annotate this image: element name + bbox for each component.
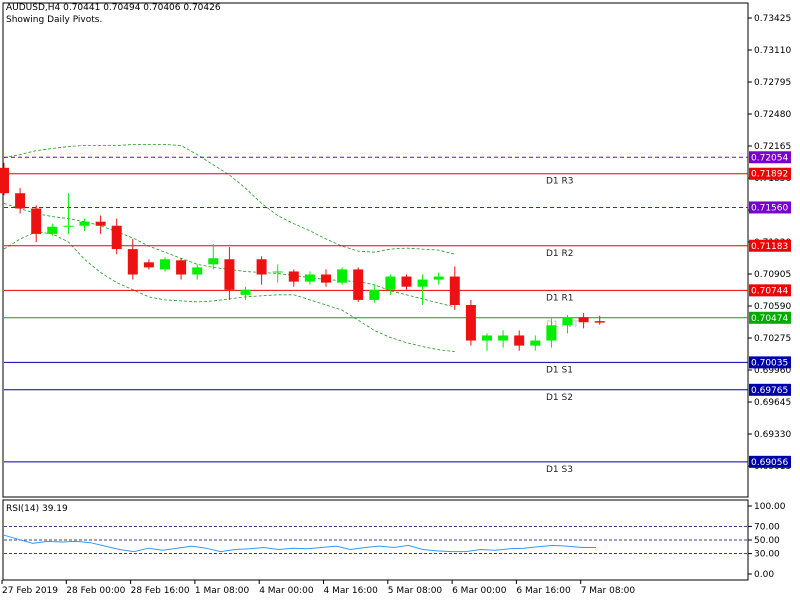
candle-bear — [256, 259, 267, 275]
price-tick-label: 0.70275 — [754, 334, 791, 344]
candle-bear — [176, 260, 187, 275]
rsi-tick-label: 100.00 — [754, 502, 786, 512]
pivot-level-value: 0.70744 — [751, 286, 788, 296]
weekly-level-value: 0.72054 — [751, 153, 788, 163]
pivot-subtitle: Showing Daily Pivots. — [6, 15, 103, 25]
candle-bull — [385, 276, 396, 290]
price-tick-label: 0.70905 — [754, 270, 791, 280]
price-panel-frame — [2, 2, 749, 498]
time-tick-label: 27 Feb 2019 — [2, 586, 58, 596]
price-tick-label: 0.69330 — [754, 430, 791, 440]
rsi-value: 39.19 — [41, 504, 68, 514]
pivot-level-value: 0.69765 — [751, 386, 788, 396]
candle-bull — [546, 325, 557, 341]
candle-bear — [111, 225, 122, 250]
pivot-level-label: D1 S2 — [546, 393, 573, 403]
rsi-header: RSI(14) 39.19 — [6, 504, 68, 514]
rsi-tick-label: 70.00 — [754, 522, 780, 532]
candle-bull — [498, 335, 509, 341]
candle-bull — [304, 274, 315, 282]
price-tick-label: 0.72480 — [754, 110, 791, 120]
price-tick-label: 0.73110 — [754, 46, 791, 56]
candle-bear — [578, 317, 589, 323]
time-tick-label: 4 Mar 00:00 — [259, 586, 314, 596]
price-tick-label: 0.73425 — [754, 14, 791, 24]
pivot-level-value: 0.69056 — [751, 458, 788, 468]
price-tick-label: 0.69645 — [754, 398, 791, 408]
candle-bear — [321, 274, 331, 283]
candle-bull — [160, 259, 170, 270]
candle-bull — [272, 271, 283, 273]
time-tick-label: 1 Mar 08:00 — [195, 586, 250, 596]
pivot-level-value: 0.71892 — [751, 170, 788, 180]
candle-bull — [482, 335, 492, 341]
pivot-level-label: D1 R3 — [546, 177, 574, 187]
candle-bear — [31, 208, 42, 234]
pivot-level-label: D1 R2 — [546, 249, 574, 259]
rsi-tick-label: 30.00 — [754, 550, 780, 560]
candle-bear — [288, 271, 299, 282]
pivot-level-value: 0.70474 — [751, 314, 788, 324]
pivot-level-label: D1 R1 — [546, 293, 574, 303]
rsi-name: RSI(14) — [6, 504, 40, 514]
candle-bear — [0, 167, 9, 194]
pivot-level-label: D1 S1 — [546, 365, 573, 375]
time-tick-label: 7 Mar 08:00 — [581, 586, 636, 596]
candle-bull — [433, 276, 444, 280]
price-tick-label: 0.72165 — [754, 142, 791, 152]
time-tick-label: 6 Mar 16:00 — [516, 586, 571, 596]
candle-bull — [63, 225, 74, 227]
candle-bear — [449, 276, 460, 305]
candle-bear — [353, 269, 364, 300]
candle-bear — [95, 221, 106, 226]
time-tick-label: 28 Feb 16:00 — [131, 586, 190, 596]
time-tick-label: 5 Mar 08:00 — [388, 586, 443, 596]
pivot-level-value: 0.70035 — [751, 358, 788, 368]
pivot-level-label: D1 S3 — [546, 465, 573, 475]
candle-bull — [369, 289, 380, 300]
candle-bull — [530, 340, 541, 346]
candle-bear — [401, 276, 412, 287]
candle-bull — [208, 258, 219, 265]
candle-bull — [337, 269, 348, 283]
candle-bear — [127, 249, 138, 275]
candle-bear — [594, 321, 605, 323]
time-tick-label: 6 Mar 00:00 — [452, 586, 507, 596]
band-upper-line — [3, 144, 455, 255]
candle-bull — [562, 317, 573, 326]
price-tick-label: 0.70590 — [754, 302, 791, 312]
weekly-level-value: 0.71560 — [751, 203, 788, 213]
rsi-tick-label: 0.00 — [754, 570, 774, 580]
candle-bull — [240, 289, 251, 295]
candle-bear — [143, 262, 154, 268]
candle-bull — [417, 279, 428, 287]
rsi-tick-label: 50.00 — [754, 536, 780, 546]
candle-bear — [514, 335, 525, 346]
candle-bull — [192, 267, 203, 275]
price-chart[interactable]: D1 R3D1 R2D1 R1D1 S1D1 S2D1 S3D1 PVT 0.7… — [0, 0, 800, 600]
chart-window[interactable]: D1 R3 D1 R2 D1 R1 D1 S1 D1 S2 D1 S3 D1 PVT 0.7… — [0, 0, 800, 600]
candle-bull — [79, 221, 90, 226]
price-tick-label: 0.72795 — [754, 78, 791, 88]
candle-bull — [47, 226, 58, 234]
rsi-line — [3, 534, 596, 553]
candle-bear — [465, 304, 476, 341]
candle-bear — [15, 193, 26, 209]
candle-bear — [224, 259, 235, 290]
time-tick-label: 28 Feb 00:00 — [66, 586, 125, 596]
instrument-header: AUDUSD,H4 0.70441 0.70494 0.70406 0.7042… — [6, 3, 221, 13]
time-tick-label: 4 Mar 16:00 — [324, 586, 379, 596]
pivot-level-value: 0.71183 — [751, 242, 788, 252]
